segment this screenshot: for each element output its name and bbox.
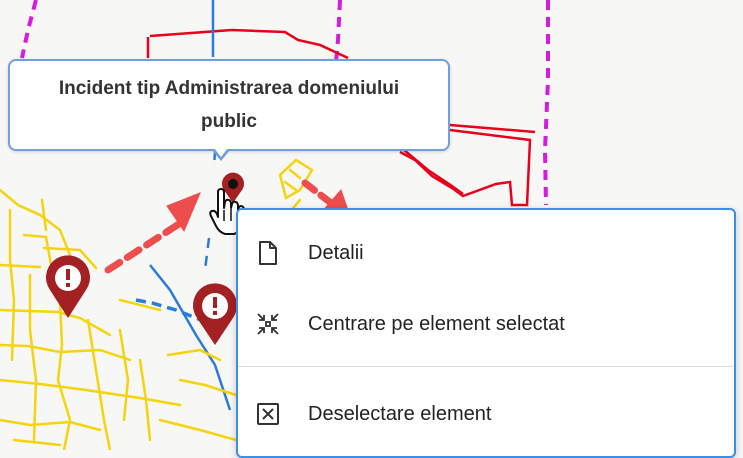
menu-item-center-selected[interactable]: Centrare pe element selectat [238,294,734,354]
menu-item-details[interactable]: Detalii [238,223,734,283]
incident-marker[interactable] [193,283,237,345]
menu-item-label: Centrare pe element selectat [308,312,565,335]
deselect-box-icon [256,402,280,426]
incident-marker[interactable] [46,255,90,318]
feature-tooltip: Incident tip Administrarea domeniului pu… [8,59,450,151]
menu-divider [238,366,734,367]
tooltip-pointer-fill [214,148,228,157]
context-menu: Detalii Centrare pe element selectat Des… [236,208,736,458]
menu-item-deselect[interactable]: Deselectare element [238,384,734,444]
menu-item-label: Detalii [308,241,364,264]
center-focus-icon [256,312,280,336]
menu-item-label: Deselectare element [308,402,492,425]
document-icon [256,241,280,265]
